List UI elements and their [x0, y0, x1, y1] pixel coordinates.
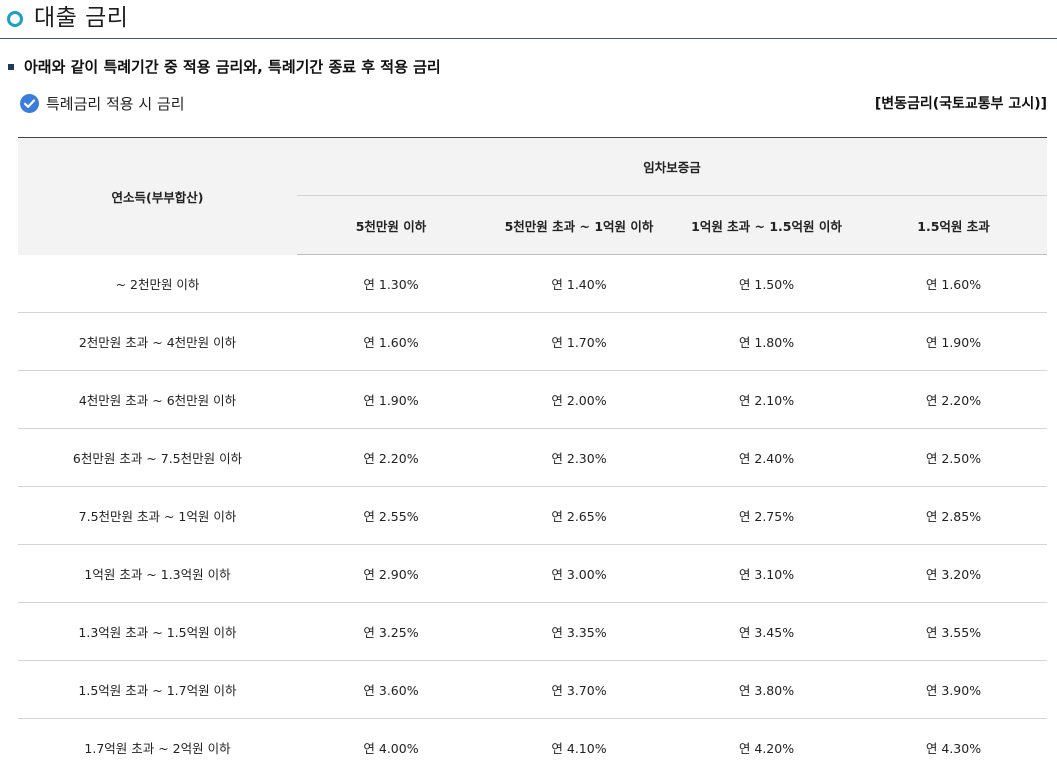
rate-cell: 연 3.55%	[860, 602, 1048, 661]
ring-bullet-icon	[7, 11, 23, 27]
rate-cell: 연 3.35%	[485, 602, 673, 661]
subtitle: 아래와 같이 특례기간 중 적용 금리와, 특례기간 종료 후 적용 금리	[24, 58, 441, 76]
rate-cell: 연 2.30%	[485, 428, 673, 487]
rate-cell: 연 3.80%	[673, 660, 860, 719]
section-label: 특례금리 적용 시 금리	[46, 95, 185, 113]
deposit-column-header: 5천만원 이하	[297, 195, 485, 255]
rate-cell: 연 1.30%	[297, 254, 485, 313]
rate-cell: 연 2.65%	[485, 486, 673, 545]
square-bullet-icon	[8, 64, 14, 70]
rate-cell: 연 4.20%	[673, 718, 860, 766]
table-row: 1억원 초과 ~ 1.3억원 이하 연 2.90% 연 3.00% 연 3.10% 연 …	[18, 544, 1048, 603]
rate-cell: 연 3.25%	[297, 602, 485, 661]
table-body: ~ 2천만원 이하 연 1.30% 연 1.40% 연 1.50% 연 1.60% 2천만…	[18, 254, 1048, 766]
income-column-header: 연소득(부부합산)	[18, 137, 297, 255]
rate-cell: 연 1.60%	[860, 254, 1048, 313]
income-range-cell: 1.3억원 초과 ~ 1.5억원 이하	[18, 602, 297, 661]
rate-cell: 연 1.60%	[297, 312, 485, 371]
rate-cell: 연 2.55%	[297, 486, 485, 545]
table-row: 1.3억원 초과 ~ 1.5억원 이하 연 3.25% 연 3.35% 연 3.45%…	[18, 602, 1048, 661]
table-row: 1.7억원 초과 ~ 2억원 이하 연 4.00% 연 4.10% 연 4.20% 연 …	[18, 718, 1048, 766]
rate-table: 연소득(부부합산) 임차보증금 5천만원 이하 5천만원 초과 ~ 1억원 이하 1…	[18, 137, 1048, 766]
rate-cell: 연 4.10%	[485, 718, 673, 766]
income-range-cell: 4천만원 초과 ~ 6천만원 이하	[18, 370, 297, 429]
rate-cell: 연 1.90%	[297, 370, 485, 429]
rate-cell: 연 1.70%	[485, 312, 673, 371]
rate-cell: 연 3.90%	[860, 660, 1048, 719]
income-range-cell: 1.7억원 초과 ~ 2억원 이하	[18, 718, 297, 766]
rate-cell: 연 2.50%	[860, 428, 1048, 487]
rate-cell: 연 3.00%	[485, 544, 673, 603]
table-row: 6천만원 초과 ~ 7.5천만원 이하 연 2.20% 연 2.30% 연 2.40%…	[18, 428, 1048, 487]
rate-cell: 연 3.45%	[673, 602, 860, 661]
income-range-cell: 2천만원 초과 ~ 4천만원 이하	[18, 312, 297, 371]
rate-cell: 연 1.90%	[860, 312, 1048, 371]
rate-cell: 연 2.20%	[860, 370, 1048, 429]
rate-cell: 연 1.80%	[673, 312, 860, 371]
rate-cell: 연 2.10%	[673, 370, 860, 429]
table-row: 4천만원 초과 ~ 6천만원 이하 연 1.90% 연 2.00% 연 2.10% 연 …	[18, 370, 1048, 429]
table-row: 7.5천만원 초과 ~ 1억원 이하 연 2.55% 연 2.65% 연 2.75% 연…	[18, 486, 1048, 545]
rate-type-label: [변동금리(국토교통부 고시)]	[874, 96, 1047, 112]
rate-cell: 연 3.20%	[860, 544, 1048, 603]
rate-cell: 연 4.30%	[860, 718, 1048, 766]
table-header: 연소득(부부합산) 임차보증금 5천만원 이하 5천만원 초과 ~ 1억원 이하 1…	[18, 137, 1048, 255]
deposit-column-header: 1.5억원 초과	[860, 195, 1048, 255]
rate-cell: 연 4.00%	[297, 718, 485, 766]
table-row: 2천만원 초과 ~ 4천만원 이하 연 1.60% 연 1.70% 연 1.80% 연 …	[18, 312, 1048, 371]
rate-cell: 연 2.75%	[673, 486, 860, 545]
table-row: 1.5억원 초과 ~ 1.7억원 이하 연 3.60% 연 3.70% 연 3.80%…	[18, 660, 1048, 719]
income-range-cell: ~ 2천만원 이하	[18, 254, 297, 313]
rate-cell: 연 2.85%	[860, 486, 1048, 545]
rate-cell: 연 2.00%	[485, 370, 673, 429]
income-range-cell: 1.5억원 초과 ~ 1.7억원 이하	[18, 660, 297, 719]
rate-cell: 연 3.60%	[297, 660, 485, 719]
page-title: 대출 금리	[34, 5, 129, 31]
rate-cell: 연 2.20%	[297, 428, 485, 487]
deposit-group-header: 임차보증금	[297, 137, 1048, 196]
rate-cell: 연 3.10%	[673, 544, 860, 603]
page-title-row: 대출 금리	[0, 0, 1057, 39]
rate-cell: 연 1.50%	[673, 254, 860, 313]
deposit-column-header: 1억원 초과 ~ 1.5억원 이하	[673, 195, 860, 255]
loan-rate-page: 대출 금리 아래와 같이 특례기간 중 적용 금리와, 특례기간 종료 후 적용…	[0, 0, 1057, 766]
check-circle-icon	[20, 94, 39, 113]
table-row: ~ 2천만원 이하 연 1.30% 연 1.40% 연 1.50% 연 1.60%	[18, 254, 1048, 313]
rate-cell: 연 1.40%	[485, 254, 673, 313]
rate-cell: 연 3.70%	[485, 660, 673, 719]
income-range-cell: 7.5천만원 초과 ~ 1억원 이하	[18, 486, 297, 545]
rate-cell: 연 2.40%	[673, 428, 860, 487]
income-range-cell: 6천만원 초과 ~ 7.5천만원 이하	[18, 428, 297, 487]
income-range-cell: 1억원 초과 ~ 1.3억원 이하	[18, 544, 297, 603]
rate-cell: 연 2.90%	[297, 544, 485, 603]
deposit-column-header: 5천만원 초과 ~ 1억원 이하	[485, 195, 673, 255]
